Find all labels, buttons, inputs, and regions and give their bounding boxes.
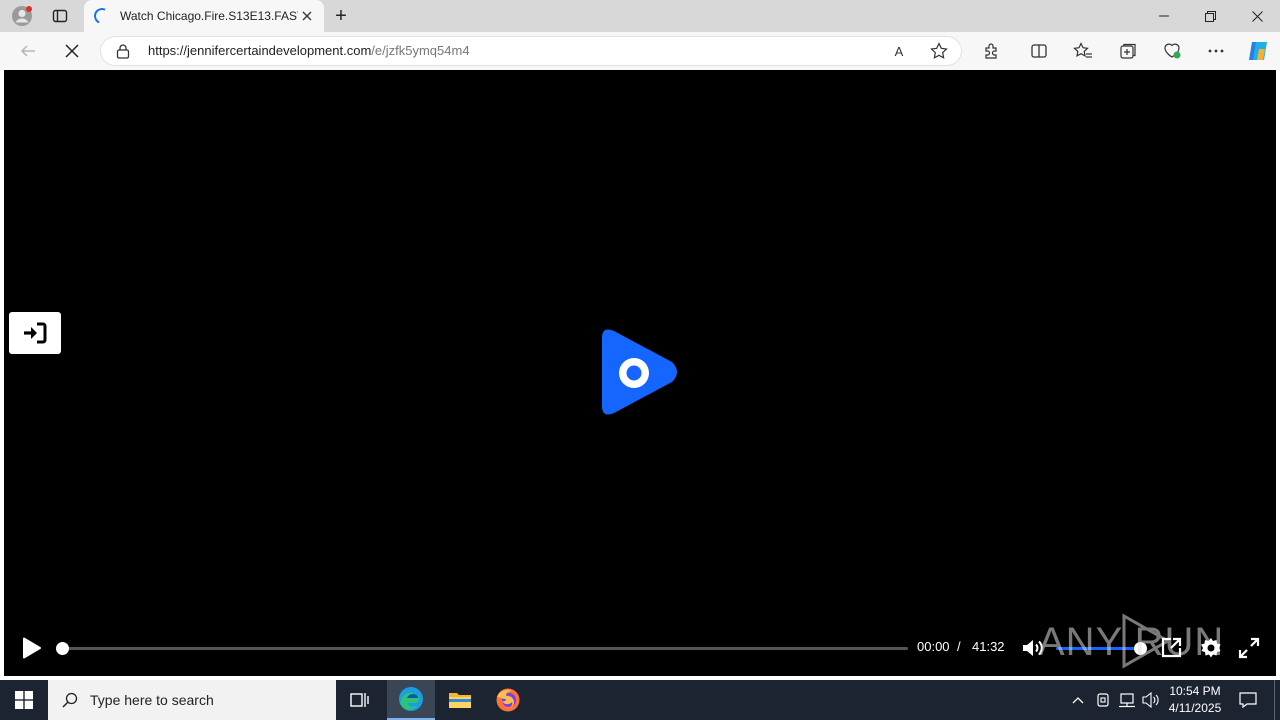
gear-icon [1201, 638, 1221, 658]
browser-essentials-button[interactable] [1156, 35, 1188, 67]
show-hidden-icons-button[interactable] [1068, 680, 1088, 720]
restore-icon [1204, 10, 1216, 22]
start-button[interactable] [0, 680, 48, 720]
current-time: 00:00 [917, 639, 950, 654]
read-aloud-icon: A [894, 43, 904, 59]
taskbar-search-box[interactable]: Type here to search [48, 680, 336, 720]
play-icon [23, 637, 41, 659]
picture-in-picture-icon [1161, 637, 1182, 658]
watermark-text: ANY RUN [1038, 620, 1225, 664]
action-center-button[interactable] [1234, 680, 1262, 720]
seek-handle[interactable] [56, 642, 69, 655]
show-desktop-button[interactable] [1274, 680, 1280, 720]
folder-icon [449, 693, 471, 708]
network-icon [1119, 693, 1135, 708]
device-icon [1097, 693, 1109, 707]
tray-volume-button[interactable] [1140, 680, 1162, 720]
play-button[interactable] [18, 632, 46, 664]
speaker-icon [1142, 692, 1159, 708]
seek-bar[interactable] [56, 642, 908, 655]
tab-strip: Watch Chicago.Fire.S13E13.FAST... + [0, 0, 1280, 32]
tab-close-button[interactable] [298, 7, 316, 25]
close-icon [65, 44, 79, 58]
read-aloud-button[interactable]: A [886, 39, 912, 63]
minimize-icon [1159, 15, 1169, 17]
split-screen-icon [1031, 44, 1047, 58]
taskbar-file-explorer[interactable] [436, 680, 484, 720]
search-icon [62, 692, 78, 708]
arrow-left-icon [20, 45, 35, 57]
profile-button[interactable] [4, 0, 40, 32]
add-favorite-button[interactable] [926, 39, 952, 63]
favorites-button[interactable] [1067, 35, 1099, 67]
restore-button[interactable] [1188, 0, 1232, 32]
login-button[interactable] [9, 312, 61, 354]
video-player[interactable]: 00:00 / 41:32 ANY RUN [4, 70, 1276, 676]
duration: 41:32 [972, 639, 1005, 654]
page-viewport: 00:00 / 41:32 ANY RUN [0, 70, 1280, 680]
new-tab-button[interactable]: + [326, 0, 356, 32]
tab-actions-button[interactable] [44, 0, 76, 32]
task-view-button[interactable] [336, 680, 384, 720]
firefox-icon [496, 688, 520, 712]
fullscreen-button[interactable] [1236, 635, 1262, 661]
copilot-button[interactable] [1242, 35, 1274, 67]
split-screen-button[interactable] [1023, 35, 1055, 67]
lock-icon[interactable] [116, 43, 130, 59]
url-host: https://jennifercertaindevelopment.com [148, 43, 372, 58]
stop-loading-button[interactable] [56, 35, 88, 67]
settings-and-more-button[interactable] [1200, 35, 1232, 67]
more-icon [1208, 49, 1224, 53]
taskbar-edge[interactable] [387, 680, 435, 720]
windows-taskbar: Type here to search 10:54 PM 4/11/2025 [0, 680, 1280, 720]
taskbar-firefox[interactable] [484, 680, 532, 720]
big-play-button[interactable] [598, 326, 680, 418]
minimize-button[interactable] [1142, 0, 1186, 32]
tab-title: Watch Chicago.Fire.S13E13.FAST... [120, 9, 298, 23]
address-bar[interactable]: https://jennifercertaindevelopment.com/e… [100, 36, 962, 66]
clock-date: 4/11/2025 [1168, 701, 1222, 715]
time-separator: / [957, 639, 961, 654]
clock-time: 10:54 PM [1169, 684, 1221, 698]
settings-button[interactable] [1198, 635, 1224, 661]
favorites-icon [1073, 42, 1092, 58]
sign-in-icon [24, 322, 47, 344]
star-icon [930, 42, 948, 59]
picture-in-picture-button[interactable] [1158, 635, 1184, 661]
search-placeholder: Type here to search [90, 692, 214, 708]
browser-essentials-icon [1164, 43, 1181, 59]
url-text[interactable]: https://jennifercertaindevelopment.com/e… [148, 43, 470, 58]
navigation-bar: https://jennifercertaindevelopment.com/e… [0, 32, 1280, 70]
fullscreen-icon [1238, 637, 1260, 659]
tab-actions-icon [52, 9, 68, 23]
close-icon [302, 11, 312, 21]
extensions-button[interactable] [975, 35, 1007, 67]
extensions-icon [985, 43, 997, 59]
loading-spinner-icon [91, 5, 113, 27]
close-icon [1251, 10, 1263, 22]
active-tab[interactable]: Watch Chicago.Fire.S13E13.FAST... [84, 0, 324, 32]
url-path: /e/jzfk5ymq54m4 [371, 43, 470, 58]
taskbar-clock[interactable]: 10:54 PM 4/11/2025 [1164, 683, 1226, 717]
collections-icon [1120, 43, 1136, 59]
copilot-icon [1249, 42, 1267, 60]
chevron-up-icon [1072, 697, 1084, 704]
back-button[interactable] [12, 35, 44, 67]
tray-device-button[interactable] [1092, 680, 1114, 720]
profile-icon [12, 6, 32, 26]
window-close-button[interactable] [1234, 0, 1280, 32]
collections-button[interactable] [1112, 35, 1144, 67]
tray-network-button[interactable] [1116, 680, 1138, 720]
edge-icon [399, 687, 423, 711]
notification-icon [1239, 692, 1257, 708]
task-view-icon [350, 693, 369, 707]
windows-logo-icon [15, 691, 33, 709]
